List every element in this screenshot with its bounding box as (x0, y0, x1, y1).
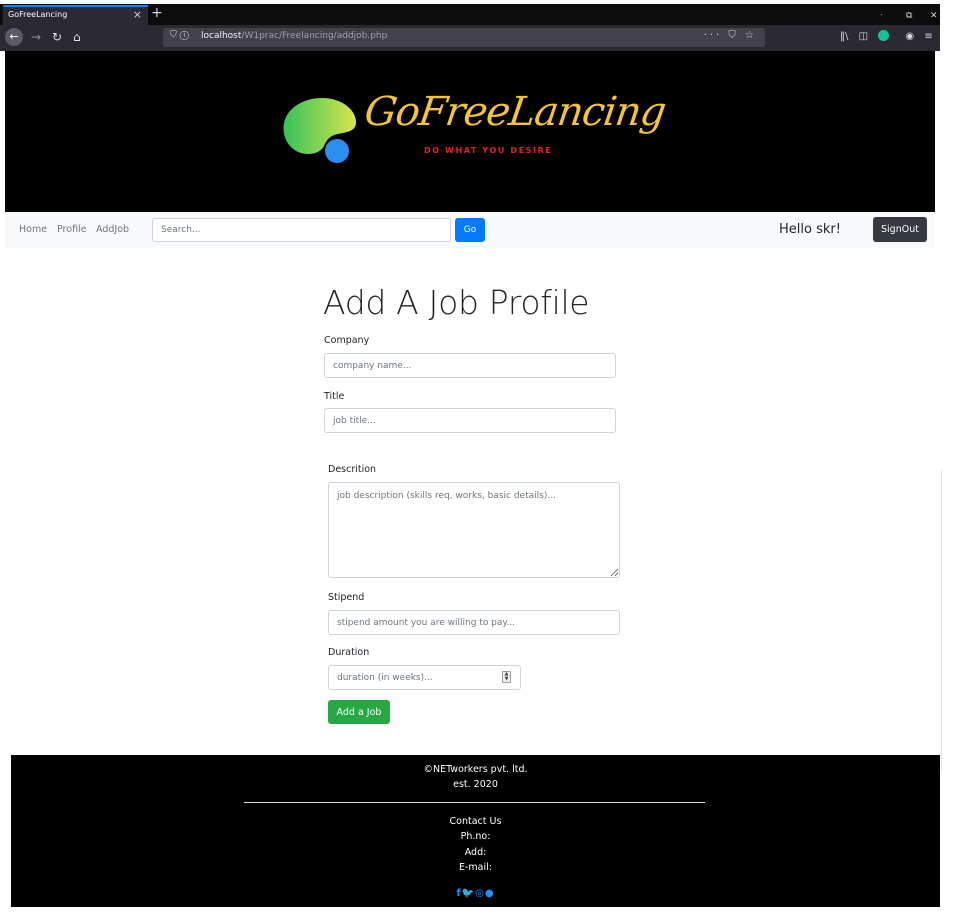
title-field[interactable] (324, 408, 616, 433)
grammarly-icon[interactable] (878, 30, 890, 41)
description-label: Descrition (328, 464, 377, 475)
browser-window-chrome: GoFreeLancing × + ᐧ ⧉ ✕ ← → ↻ ⌂ ⛉ ⓘ loca… (0, 0, 940, 51)
description-field[interactable] (328, 482, 620, 578)
nav-link-addjob[interactable]: AddJob (96, 224, 129, 235)
footer-established: est. 2020 (453, 779, 498, 790)
instagram-icon[interactable]: ◎ (475, 888, 485, 899)
signout-button[interactable]: SignOut (873, 217, 927, 242)
company-label: Company (324, 335, 370, 346)
address-bar[interactable]: ⛉ ⓘ localhost/W1prac/Freelancing/addjob.… (163, 28, 765, 47)
url-text[interactable]: localhost/W1prac/Freelancing/addjob.php (201, 31, 387, 41)
sidebar-icon[interactable]: ◫ (859, 31, 868, 42)
account-icon[interactable]: ◉ (905, 31, 914, 42)
footer-company: ©NETworkers pvt. ltd. (423, 764, 528, 775)
browser-tab[interactable]: GoFreeLancing × (3, 5, 148, 25)
reload-icon[interactable]: ↻ (52, 30, 62, 44)
twitter-icon[interactable]: 🐦 (462, 888, 475, 899)
palette-logo-icon (283, 98, 356, 163)
footer-divider (244, 802, 705, 803)
restore-icon[interactable]: ⧉ (906, 11, 912, 21)
duration-field[interactable] (328, 665, 521, 690)
footer-contact-heading: Contact Us (449, 816, 502, 827)
company-field[interactable] (324, 353, 616, 378)
github-icon[interactable]: ● (485, 888, 495, 899)
footer-address: Add: (464, 847, 487, 858)
add-job-button[interactable]: Add a Job (328, 700, 390, 724)
number-spinner-icon[interactable]: ▲ ▼ (502, 671, 511, 683)
minimize-icon[interactable]: ᐧ (880, 11, 882, 21)
url-host: localhost (201, 31, 242, 41)
browser-toolbar: ← → ↻ ⌂ ⛉ ⓘ localhost/W1prac/Freelancing… (0, 25, 940, 51)
site-logo-text: GoFreeLancing (361, 89, 669, 135)
url-path: /W1prac/Freelancing/addjob.php (241, 31, 388, 41)
search-go-button[interactable]: Go (455, 218, 485, 242)
tab-bar: GoFreeLancing × + ᐧ ⧉ ✕ (0, 4, 940, 25)
toolbar-extensions: ‖\ ◫ ◉ ≡ (840, 30, 940, 42)
tab-title: GoFreeLancing (8, 10, 68, 19)
site-navbar: Home Profile AddJob Go Hello skr! SignOu… (5, 212, 935, 248)
shield-icon[interactable]: ⛉ ⓘ (170, 30, 189, 40)
page-actions-icon[interactable]: ··· ⛉ ☆ (704, 30, 757, 41)
forward-arrow-icon[interactable]: → (31, 30, 41, 44)
page-title: Add A Job Profile (323, 283, 590, 322)
nav-link-profile[interactable]: Profile (57, 224, 87, 235)
duration-label: Duration (328, 647, 370, 658)
title-label: Title (324, 391, 345, 402)
site-footer: ©NETworkers pvt. ltd. est. 2020 Contact … (11, 755, 940, 907)
stipend-label: Stipend (328, 592, 365, 603)
footer-phone: Ph.no: (460, 831, 491, 842)
user-greeting: Hello skr! (779, 222, 841, 237)
site-tagline: DO WHAT YOU DESIRE (424, 146, 553, 155)
library-icon[interactable]: ‖\ (840, 31, 848, 42)
new-tab-button[interactable]: + (151, 6, 163, 20)
page-edge-divider (941, 470, 942, 770)
hero-banner: GoFreeLancing DO WHAT YOU DESIRE (5, 51, 935, 212)
footer-email: E-mail: (459, 862, 492, 873)
social-icons: f🐦◎● (11, 888, 940, 899)
tab-close-icon[interactable]: × (133, 8, 142, 21)
stipend-field[interactable] (328, 610, 620, 635)
menu-icon[interactable]: ≡ (924, 31, 932, 42)
nav-link-home[interactable]: Home (19, 224, 47, 235)
search-input[interactable] (152, 218, 451, 242)
close-window-icon[interactable]: ✕ (930, 11, 938, 21)
home-icon[interactable]: ⌂ (73, 30, 81, 44)
back-arrow-icon[interactable]: ← (5, 28, 23, 46)
